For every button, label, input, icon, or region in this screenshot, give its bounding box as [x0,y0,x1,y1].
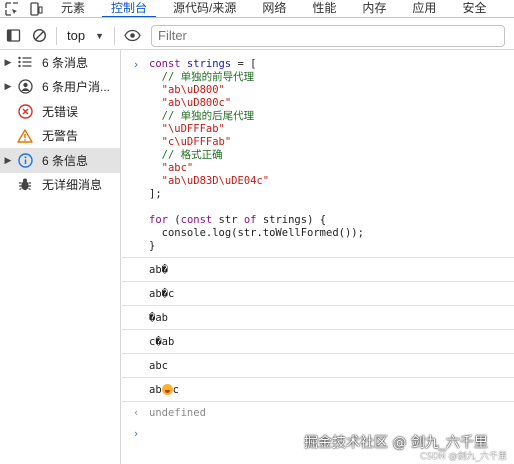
console-toolbar: top ▼ Filter [0,22,514,50]
warning-icon [16,128,34,144]
log-text: ab [149,383,162,396]
console-log-row[interactable]: abc [122,353,514,377]
console-log-row[interactable]: abc [122,377,514,401]
console-input-echo: › const strings = [ // 单独的前导代理 "ab\uD800… [122,50,514,257]
console-log-row[interactable]: ab�c [122,281,514,305]
expand-arrow-icon[interactable]: ▶ [0,57,16,68]
devtools-tabbar: 元素 控制台 源代码/来源 网络 性能 内存 应用 安全 [0,0,514,18]
tab-performance[interactable]: 性能 [299,0,349,17]
toolbar-divider [56,26,57,45]
info-icon [16,152,34,168]
sidebar-item-messages[interactable]: ▶ 6 条消息 [0,50,120,75]
console-output-area[interactable]: › const strings = [ // 单独的前导代理 "ab\uD800… [122,50,514,464]
code-comment: // 单独的后尾代理 [149,110,255,122]
sidebar-item-verbose[interactable]: 无详细消息 [0,173,120,198]
tab-sources[interactable]: 源代码/来源 [160,0,249,17]
return-value-row[interactable]: ‹ undefined [122,401,514,423]
tab-elements[interactable]: 元素 [48,0,98,17]
toolbar-divider [114,26,115,45]
code-identifier: str [212,214,244,226]
code-string: "ab\uD83D\uDE04c" [149,175,270,187]
code-punctuation: = [ [231,58,257,70]
log-text: �ab [149,311,168,324]
sidebar-item-label: 无警告 [42,129,79,144]
code-string: "c\uDFFFab" [149,136,232,148]
tab-network[interactable]: 网络 [249,0,299,17]
context-label: top [67,28,86,43]
log-text: c [172,383,179,396]
code-punctuation: } [149,240,156,252]
code-statement: console.log(str.toWellFormed()); [149,227,364,239]
tab-memory[interactable]: 内存 [349,0,399,17]
code-comment: // 格式正确 [149,149,223,161]
tab-security[interactable]: 安全 [449,0,499,17]
log-text: c�ab [149,335,175,348]
sidebar-item-label: 无详细消息 [42,178,103,193]
code-punctuation: strings) { [256,214,327,226]
sidebar-item-warnings[interactable]: 无警告 [0,124,120,149]
chevron-right-icon: › [134,428,139,440]
code-punctuation: ]; [149,188,162,200]
tab-console[interactable]: 控制台 [98,0,160,17]
list-icon [16,54,34,70]
console-log-row[interactable]: c�ab [122,329,514,353]
filter-input[interactable]: Filter [151,24,505,47]
code-keyword: const [180,214,213,226]
code-string: "\uDFFFab" [149,123,225,135]
console-log-row[interactable]: ab� [122,257,514,281]
tab-application[interactable]: 应用 [399,0,449,17]
log-text: ab� [149,263,168,276]
code-comment: // 单独的前导代理 [149,71,255,83]
code-variable: strings [180,58,232,70]
sidebar-item-label: 6 条信息 [42,153,89,168]
chevron-down-icon: ▼ [95,30,104,41]
sidebar-toggle-icon[interactable] [0,23,26,49]
code-keyword: const [149,58,181,70]
inspect-element-icon[interactable] [0,0,24,17]
clear-console-icon[interactable] [26,23,52,49]
code-string: "ab\uD800c" [149,97,232,109]
log-text: ab�c [149,287,175,300]
return-value: undefined [149,406,206,419]
sidebar-item-label: 6 条消息 [42,55,89,70]
watermark-sub: CSDN @剑九_六千里 [420,452,508,462]
chevron-right-icon: › [134,58,139,71]
code-keyword: of [243,214,257,226]
sidebar-item-label: 无错误 [42,104,79,119]
context-selector[interactable]: top ▼ [61,28,110,43]
code-keyword: for [149,214,168,226]
return-arrow-icon: ‹ [134,406,139,419]
expand-arrow-icon[interactable]: ▶ [0,81,16,92]
sidebar-item-errors[interactable]: 无错误 [0,99,120,124]
live-expression-eye-icon[interactable] [119,23,145,49]
grinning-face-emoji-icon [161,384,173,395]
code-string: "ab\uD800" [149,84,225,96]
sidebar-item-user-messages[interactable]: ▶ 6 条用户消... [0,75,120,100]
bug-icon [16,177,34,193]
console-sidebar: ▶ 6 条消息 ▶ 6 条用户消... 无错误 无警告 ▶ 6 条信息 无详细消… [0,50,121,464]
console-log-row[interactable]: �ab [122,305,514,329]
log-text: abc [149,359,168,372]
code-string: "abc" [149,162,194,174]
expand-arrow-icon[interactable]: ▶ [0,155,16,166]
user-icon [16,79,34,95]
sidebar-item-info[interactable]: ▶ 6 条信息 [0,148,120,173]
device-toolbar-icon[interactable] [24,0,48,17]
code-punctuation: ( [167,214,181,226]
error-icon [16,103,34,119]
sidebar-item-label: 6 条用户消... [42,80,111,95]
